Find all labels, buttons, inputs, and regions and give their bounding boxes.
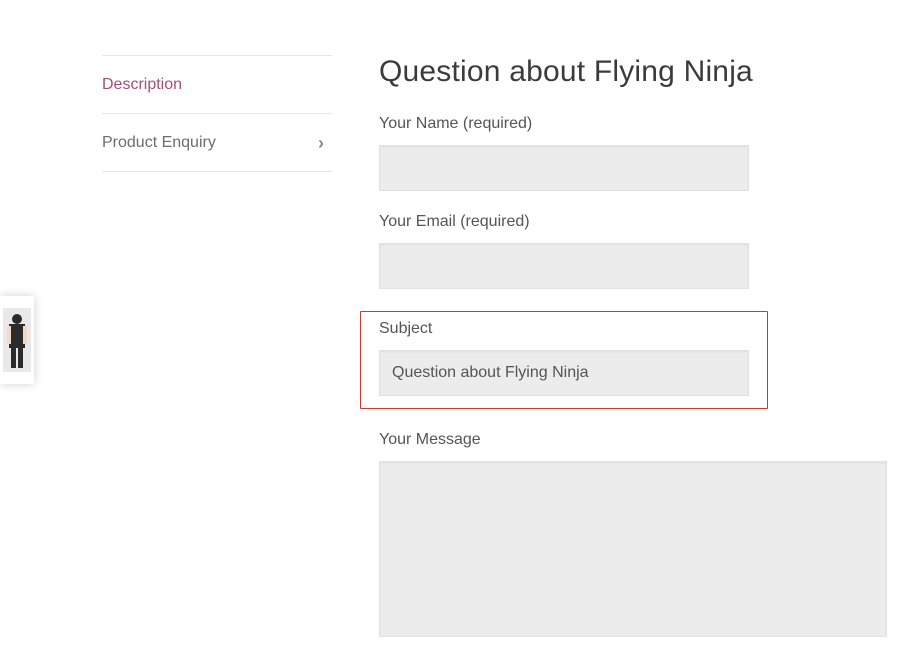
form-heading: Question about Flying Ninja <box>379 55 890 89</box>
enquiry-form: Question about Flying Ninja Your Name (r… <box>379 55 890 664</box>
field-message: Your Message <box>379 431 890 642</box>
name-input[interactable] <box>379 145 749 191</box>
tab-label: Description <box>102 76 182 94</box>
tab-description[interactable]: Description <box>102 56 332 114</box>
subject-input[interactable] <box>379 350 749 396</box>
message-textarea[interactable] <box>379 461 887 637</box>
prev-product-thumb[interactable] <box>0 296 34 384</box>
field-email: Your Email (required) <box>379 213 890 289</box>
tab-label: Product Enquiry <box>102 134 216 152</box>
product-tabs-sidebar: Description Product Enquiry › <box>102 55 332 172</box>
tab-product-enquiry[interactable]: Product Enquiry › <box>102 114 332 172</box>
field-subject: Subject <box>360 311 768 409</box>
chevron-right-icon: › <box>318 134 330 152</box>
name-label: Your Name (required) <box>379 115 890 133</box>
email-input[interactable] <box>379 243 749 289</box>
email-label: Your Email (required) <box>379 213 890 231</box>
product-thumbnail-icon <box>3 308 31 372</box>
field-name: Your Name (required) <box>379 115 890 191</box>
subject-label: Subject <box>379 320 749 338</box>
message-label: Your Message <box>379 431 890 449</box>
